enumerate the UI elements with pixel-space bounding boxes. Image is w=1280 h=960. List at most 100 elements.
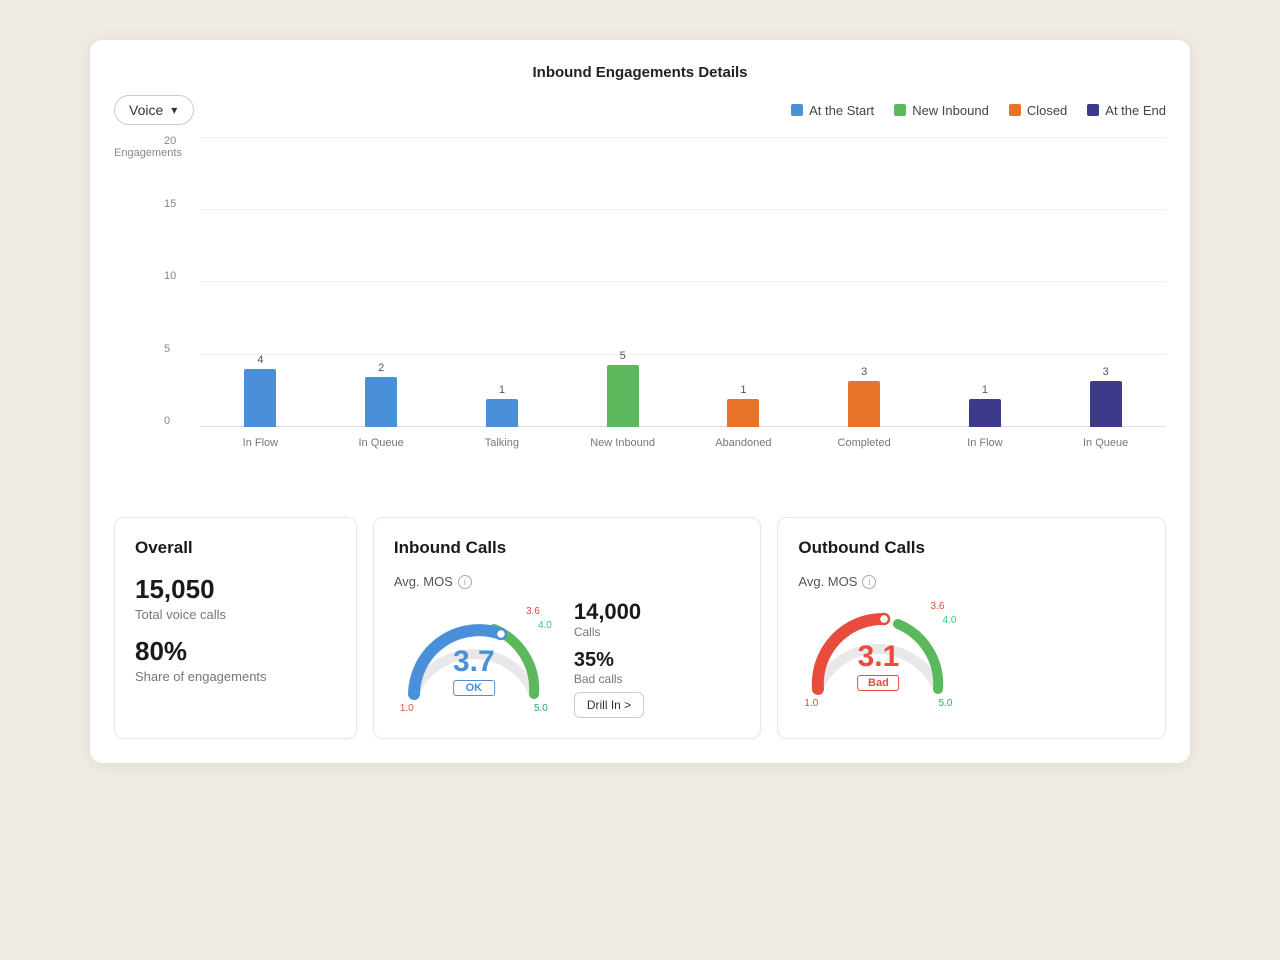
bar-value-completed: 3	[861, 366, 867, 378]
bar-label-completed: Completed	[838, 437, 891, 449]
bar-rect-in-flow	[244, 369, 276, 427]
bars-container: 4 In Flow 2 In Queue	[200, 137, 1166, 427]
drill-in-button[interactable]: Drill In >	[574, 692, 644, 718]
info-icon-outbound[interactable]: i	[862, 575, 876, 589]
bottom-cards: Overall 15,050 Total voice calls 80% Sha…	[114, 517, 1166, 739]
inbound-avg-mos-label: Avg. MOS i	[394, 574, 741, 589]
total-calls-value: 15,050	[135, 574, 336, 605]
inbound-gauge: 3.7 OK 1.0 5.0 3.6 4.0	[394, 604, 554, 714]
bar-group-in-flow: 4 In Flow	[200, 137, 321, 427]
bar-value-new-inbound: 5	[620, 350, 626, 362]
overall-card: Overall 15,050 Total voice calls 80% Sha…	[114, 517, 357, 739]
y-tick-5: 5	[164, 343, 170, 355]
overall-title: Overall	[135, 538, 336, 558]
bar-rect-in-flow-end	[969, 399, 1001, 427]
inbound-card: Inbound Calls Avg. MOS i	[373, 517, 762, 739]
share-value: 80%	[135, 636, 336, 667]
bar-group-in-flow-end: 1 In Flow	[925, 137, 1046, 427]
bar-group-completed: 3 Completed	[804, 137, 925, 427]
bar-chart-wrapper: Engagements 0 5 10 15 20	[114, 137, 1166, 497]
chevron-down-icon: ▾	[171, 103, 177, 117]
inbound-calls-label: Calls	[574, 625, 741, 639]
outbound-tick-min: 1.0	[804, 698, 818, 709]
inbound-tick-min: 1.0	[400, 703, 414, 714]
share-stat: 80% Share of engagements	[135, 636, 336, 684]
share-label: Share of engagements	[135, 669, 336, 684]
legend-item-start: At the Start	[791, 103, 874, 118]
outbound-avg-mos-label: Avg. MOS i	[798, 574, 1145, 589]
voice-dropdown-label: Voice	[129, 102, 163, 118]
outbound-title: Outbound Calls	[798, 538, 1145, 558]
bar-value-talking: 1	[499, 384, 505, 396]
inbound-tick-36: 3.6	[526, 606, 540, 617]
outbound-tick-max: 5.0	[939, 698, 953, 709]
bar-rect-abandoned	[727, 399, 759, 427]
bar-rect-in-queue	[365, 377, 397, 427]
chart-title: Inbound Engagements Details	[114, 64, 1166, 81]
outbound-gauge-number: 3.1	[858, 640, 900, 674]
bar-label-abandoned: Abandoned	[715, 437, 771, 449]
total-calls-label: Total voice calls	[135, 607, 336, 622]
legend-label-closed: Closed	[1027, 103, 1067, 118]
chart-controls: Voice ▾ At the Start New Inbound Closed	[114, 95, 1166, 125]
inbound-tick-40: 4.0	[538, 620, 552, 631]
bar-label-in-queue: In Queue	[358, 437, 403, 449]
inbound-stats: 14,000 Calls 35% Bad calls Drill In >	[574, 599, 741, 718]
inbound-gauge-inner: 3.7 OK 1.0 5.0 3.6 4.0 14,000 Calls 35% …	[394, 599, 741, 718]
outbound-tick-40: 4.0	[943, 615, 957, 626]
bar-value-in-flow: 4	[257, 354, 263, 366]
bar-group-new-inbound: 5 New Inbound	[562, 137, 683, 427]
bar-rect-talking	[486, 399, 518, 427]
inbound-title: Inbound Calls	[394, 538, 741, 558]
main-container: Inbound Engagements Details Voice ▾ At t…	[90, 40, 1190, 763]
legend-color-end	[1087, 104, 1099, 116]
bar-group-in-queue-end: 3 In Queue	[1045, 137, 1166, 427]
voice-dropdown[interactable]: Voice ▾	[114, 95, 194, 125]
legend-label-end: At the End	[1105, 103, 1166, 118]
bar-label-in-queue-end: In Queue	[1083, 437, 1128, 449]
y-tick-15: 15	[164, 198, 176, 210]
legend-label-start: At the Start	[809, 103, 874, 118]
bar-rect-new-inbound	[607, 365, 639, 427]
inbound-bad-calls-label: Bad calls	[574, 672, 741, 686]
legend-color-closed	[1009, 104, 1021, 116]
bar-group-talking: 1 Talking	[442, 137, 563, 427]
info-icon-inbound[interactable]: i	[458, 575, 472, 589]
legend-color-new	[894, 104, 906, 116]
inbound-tick-max: 5.0	[534, 703, 548, 714]
outbound-gauge: 3.1 Bad 1.0 5.0 3.6 4.0	[798, 599, 958, 709]
legend-color-start	[791, 104, 803, 116]
grid-lines: 4 In Flow 2 In Queue	[200, 137, 1166, 427]
legend-item-new: New Inbound	[894, 103, 989, 118]
bar-value-in-flow-end: 1	[982, 384, 988, 396]
outbound-card: Outbound Calls Avg. MOS i	[777, 517, 1166, 739]
y-tick-0: 0	[164, 415, 170, 427]
bar-value-in-queue-end: 3	[1103, 366, 1109, 378]
y-tick-20: 20	[164, 135, 176, 147]
bar-value-in-queue: 2	[378, 362, 384, 374]
bar-label-new-inbound: New Inbound	[590, 437, 655, 449]
inbound-gauge-status: OK	[453, 680, 495, 696]
chart-section: Inbound Engagements Details Voice ▾ At t…	[114, 64, 1166, 497]
outbound-gauge-value-container: 3.1 Bad	[858, 640, 900, 691]
bar-label-in-flow-end: In Flow	[967, 437, 1002, 449]
outbound-tick-36: 3.6	[931, 601, 945, 612]
inbound-bad-calls-pct: 35%	[574, 649, 741, 672]
inbound-gauge-value-container: 3.7 OK	[453, 645, 495, 696]
bar-group-in-queue: 2 In Queue	[321, 137, 442, 427]
legend-item-end: At the End	[1087, 103, 1166, 118]
bar-chart-area: 0 5 10 15 20	[164, 137, 1166, 457]
bar-rect-in-queue-end	[1090, 381, 1122, 427]
inbound-calls-value: 14,000	[574, 599, 741, 625]
bar-label-in-flow: In Flow	[243, 437, 278, 449]
bar-rect-completed	[848, 381, 880, 427]
outbound-gauge-status: Bad	[858, 675, 900, 691]
chart-legend: At the Start New Inbound Closed At the E…	[791, 103, 1166, 118]
y-axis-ticks: 0 5 10 15 20	[164, 137, 200, 427]
total-calls-stat: 15,050 Total voice calls	[135, 574, 336, 622]
legend-item-closed: Closed	[1009, 103, 1067, 118]
inbound-gauge-number: 3.7	[453, 645, 495, 679]
bar-group-abandoned: 1 Abandoned	[683, 137, 804, 427]
bar-value-abandoned: 1	[740, 384, 746, 396]
y-tick-10: 10	[164, 270, 176, 282]
